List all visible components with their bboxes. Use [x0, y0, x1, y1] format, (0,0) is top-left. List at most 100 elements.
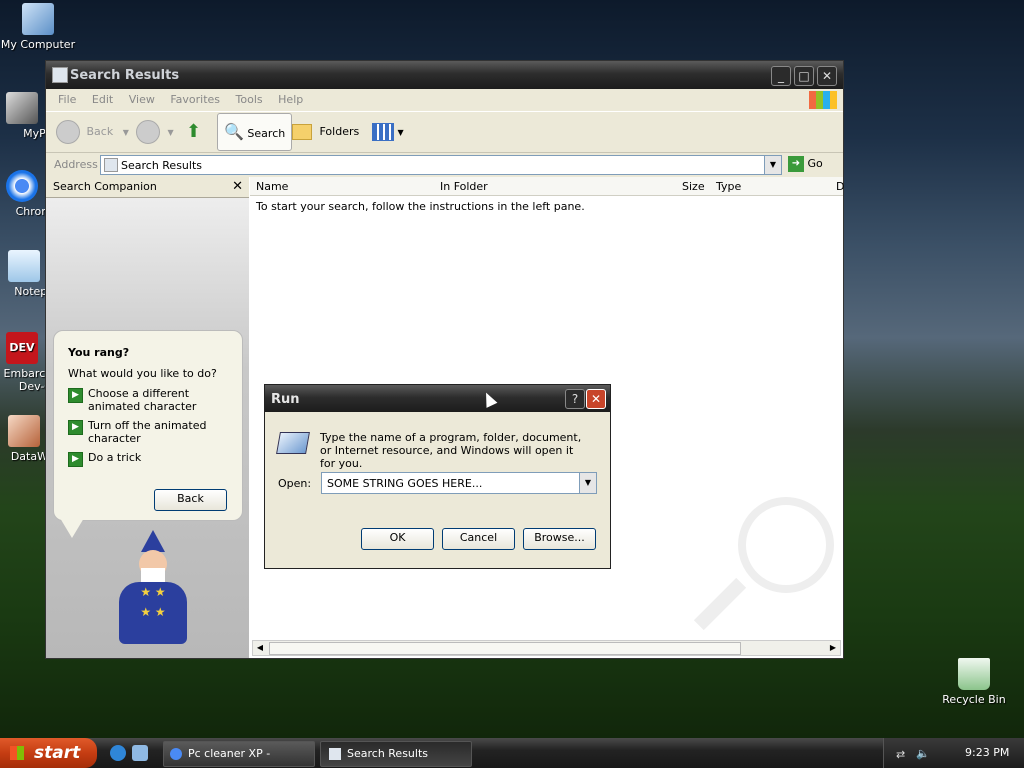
menu-help[interactable]: Help	[272, 89, 309, 106]
folder-icon	[292, 124, 312, 140]
app-icon	[6, 92, 38, 124]
column-type[interactable]: Type	[716, 180, 741, 193]
chevron-down-icon: ▼	[397, 128, 404, 137]
devcpp-icon: DEV	[6, 332, 38, 364]
menu-file[interactable]: File	[52, 89, 82, 106]
windows-flag-icon	[10, 746, 24, 760]
wizard-robe: ★ ★ ★ ★	[119, 582, 187, 644]
menu-edit[interactable]: Edit	[86, 89, 119, 106]
taskbar-item-search-results[interactable]: Search Results	[320, 741, 472, 767]
window-titlebar[interactable]: Search Results _ □ ✕	[46, 61, 843, 89]
run-dialog[interactable]: Run ? ✕ Type the name of a program, fold…	[264, 384, 611, 569]
address-value: Search Results	[121, 159, 203, 172]
back-arrow-icon	[56, 120, 80, 144]
search-label: Search	[247, 127, 286, 140]
green-arrow-icon: ▶	[68, 388, 83, 403]
system-tray: ⇄ 🔈 9:23 PM	[883, 738, 1024, 768]
chrome-icon	[170, 748, 182, 760]
search-companion-header: Search Companion ✕	[46, 177, 249, 198]
address-label: Address	[54, 158, 98, 171]
option-label: Turn off the animated character	[88, 419, 207, 445]
menu-view[interactable]: View	[123, 89, 161, 106]
search-watermark-handle	[693, 577, 747, 631]
minimize-button[interactable]: _	[771, 66, 791, 86]
start-button[interactable]: start	[0, 738, 97, 768]
run-title: Run	[271, 392, 300, 407]
desktop-icon-label: My Computer	[0, 38, 76, 51]
up-folder-button[interactable]: ⬆	[186, 116, 201, 148]
scroll-right-button[interactable]: ▶	[826, 641, 840, 655]
column-headers: Name In Folder Size Type D	[250, 177, 844, 196]
balloon-options: ▶ Choose a different animated character ▶…	[68, 381, 233, 467]
run-titlebar[interactable]: Run ? ✕	[265, 385, 610, 412]
address-dropdown-button[interactable]: ▼	[764, 155, 782, 175]
open-label: Open:	[278, 477, 312, 490]
run-program-icon	[276, 432, 310, 454]
chevron-down-icon: ▼	[122, 128, 129, 137]
open-dropdown-button[interactable]: ▼	[579, 473, 596, 493]
taskbar-item-chrome[interactable]: Pc cleaner XP - Googl...	[163, 741, 315, 767]
network-icon[interactable]: ⇄	[896, 748, 905, 761]
option-choose-character[interactable]: ▶ Choose a different animated character	[68, 387, 233, 413]
clock[interactable]: 9:23 PM	[965, 746, 1009, 759]
scroll-thumb[interactable]	[269, 642, 741, 655]
balloon-title: You rang?	[68, 346, 130, 359]
horizontal-scrollbar[interactable]: ◀ ▶	[252, 640, 841, 656]
notepad-icon	[8, 250, 40, 282]
balloon-tail	[60, 518, 84, 538]
column-date[interactable]: D	[836, 180, 844, 193]
scroll-left-button[interactable]: ◀	[253, 641, 267, 655]
standard-toolbar: Back ▼ ▼ ⬆ 🔍 Search Folders ▼	[46, 112, 843, 153]
column-name[interactable]: Name	[256, 180, 288, 193]
back-button[interactable]: Back ▼	[56, 116, 129, 148]
magnifier-icon: 🔍	[224, 122, 244, 141]
menu-tools[interactable]: Tools	[230, 89, 269, 106]
merlin-assistant-character[interactable]: ★ ★ ★ ★	[113, 530, 193, 650]
run-ok-button[interactable]: OK	[361, 528, 434, 550]
forward-button[interactable]: ▼	[136, 116, 174, 148]
balloon-question: What would you like to do?	[68, 367, 217, 380]
close-button[interactable]: ✕	[817, 66, 837, 86]
option-label: Choose a different animated character	[88, 387, 197, 413]
recycle-bin-icon	[958, 658, 990, 690]
close-pane-button[interactable]: ✕	[232, 177, 243, 197]
views-button[interactable]: ▼	[372, 116, 404, 148]
go-label: Go	[807, 157, 823, 170]
address-input[interactable]: Search Results ▼	[100, 155, 782, 175]
run-cancel-button[interactable]: Cancel	[442, 528, 515, 550]
window-title: Search Results	[70, 68, 180, 83]
run-close-button[interactable]: ✕	[586, 389, 606, 409]
green-arrow-icon: ▶	[68, 452, 83, 467]
column-in-folder[interactable]: In Folder	[440, 180, 488, 193]
help-button[interactable]: ?	[565, 389, 585, 409]
menu-favorites[interactable]: Favorites	[164, 89, 226, 106]
desktop-quicklaunch-icon[interactable]	[132, 745, 148, 761]
run-description: Type the name of a program, folder, docu…	[320, 431, 582, 470]
back-label: Back	[86, 125, 114, 138]
go-button[interactable]: ➜ Go	[788, 155, 823, 173]
folders-label: Folders	[319, 125, 360, 138]
search-companion-title: Search Companion	[53, 180, 157, 193]
folder-search-icon	[52, 67, 68, 83]
desktop-icon-recycle-bin[interactable]: Recycle Bin	[934, 658, 1014, 706]
search-watermark-icon	[738, 497, 834, 593]
option-turn-off-character[interactable]: ▶ Turn off the animated character	[68, 419, 233, 445]
open-input-value[interactable]: SOME STRING GOES HERE...	[327, 477, 482, 490]
open-combobox[interactable]: SOME STRING GOES HERE... ▼	[321, 472, 597, 494]
volume-icon[interactable]: 🔈	[916, 747, 930, 760]
run-browse-button[interactable]: Browse...	[523, 528, 596, 550]
maximize-button[interactable]: □	[794, 66, 814, 86]
windows-logo-icon	[809, 91, 837, 109]
desktop-icon-my-computer[interactable]: My Computer	[0, 3, 78, 51]
views-icon	[372, 123, 394, 141]
option-do-trick[interactable]: ▶ Do a trick	[68, 451, 233, 467]
folders-button[interactable]: Folders	[292, 116, 359, 148]
chevron-down-icon: ▼	[167, 128, 174, 137]
column-size[interactable]: Size	[682, 180, 705, 193]
chrome-icon	[6, 170, 38, 202]
forward-arrow-icon	[136, 120, 160, 144]
ie-quicklaunch-icon[interactable]	[110, 745, 126, 761]
balloon-back-button[interactable]: Back	[154, 489, 227, 511]
up-arrow-icon: ⬆	[186, 121, 202, 142]
search-button[interactable]: 🔍 Search	[217, 113, 293, 151]
